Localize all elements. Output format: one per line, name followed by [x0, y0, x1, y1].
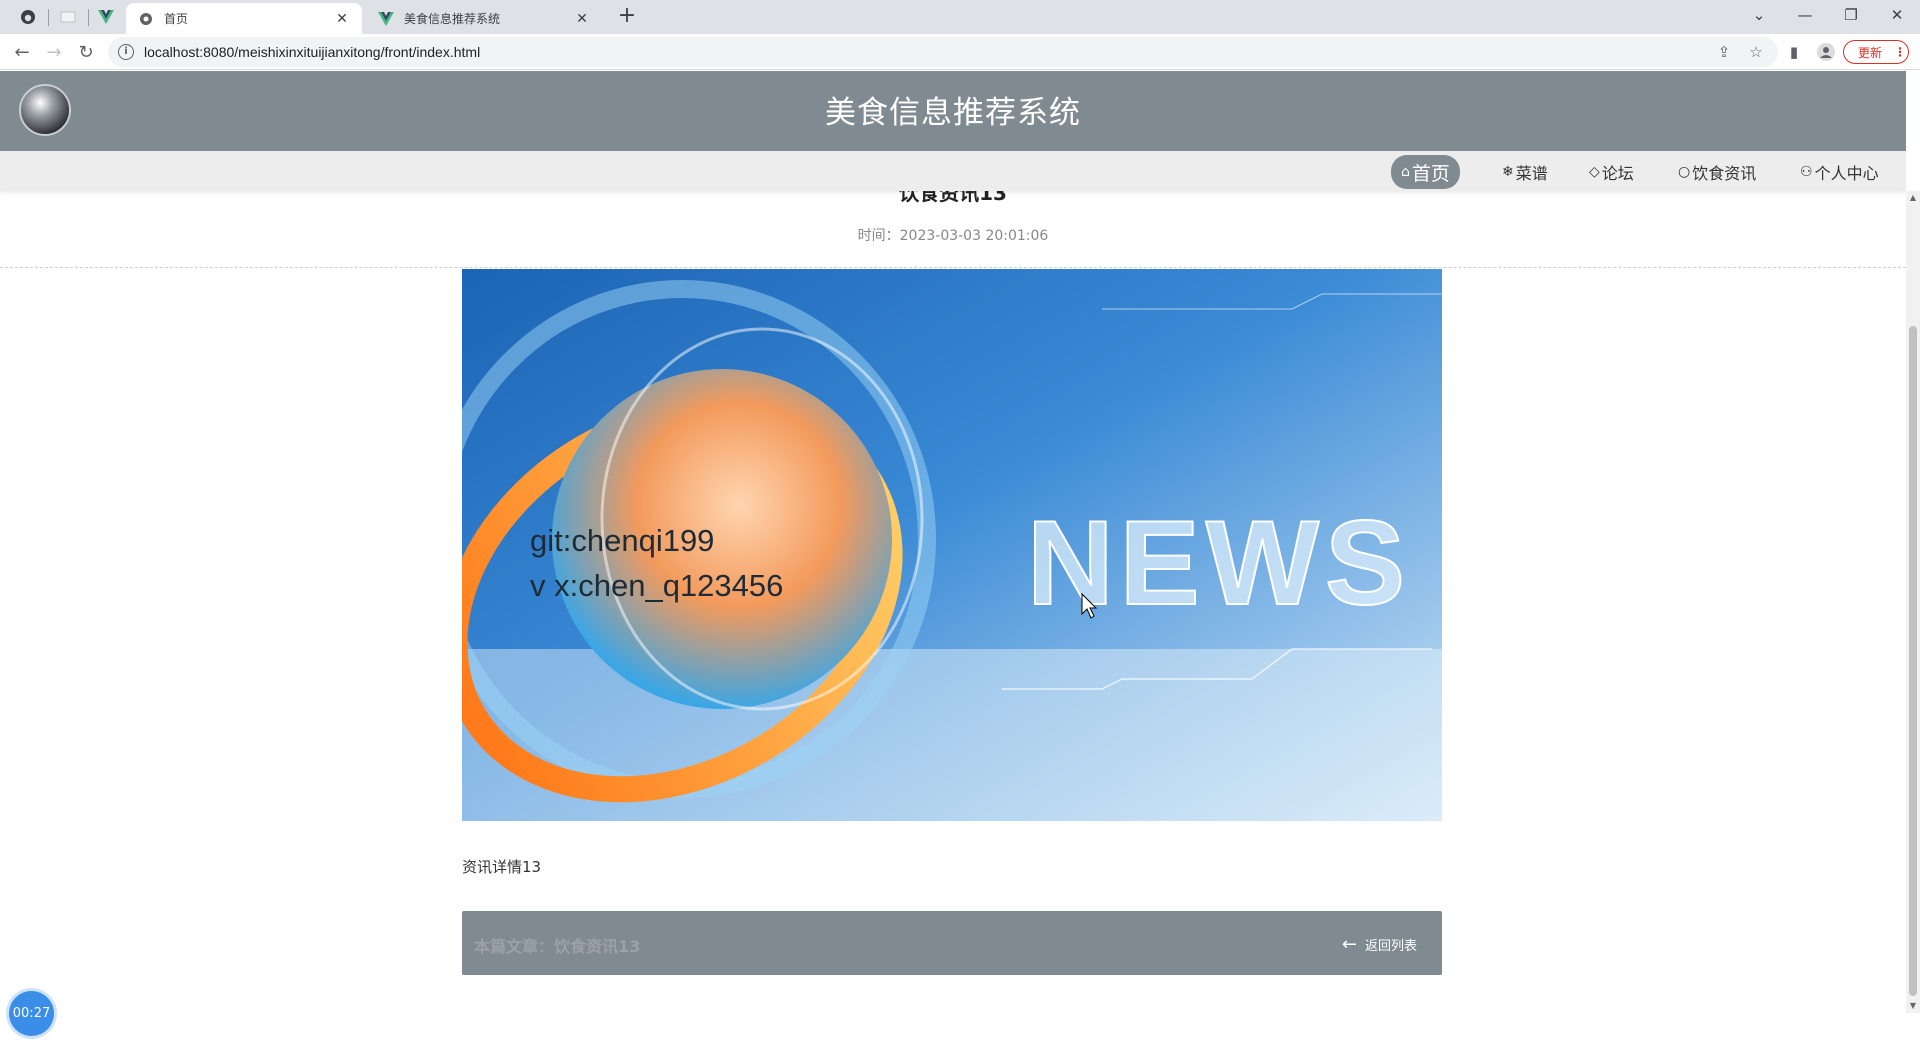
forward-button[interactable]: → [40, 38, 68, 66]
tag-icon: ◇ [1589, 164, 1600, 180]
nav-home[interactable]: ⌂ 首页 [1391, 155, 1460, 189]
bookmark-star-icon[interactable]: ☆ [1744, 40, 1768, 64]
minimize-button[interactable]: — [1782, 0, 1828, 30]
back-button[interactable]: ← [8, 38, 36, 66]
home-icon: ⌂ [1401, 164, 1410, 180]
pinned-tab-github[interactable] [10, 4, 46, 30]
vue-icon [378, 11, 394, 26]
nav-label: 论坛 [1601, 164, 1634, 183]
tab-home[interactable]: 首页 ✕ [126, 3, 362, 34]
article-detail: 资讯详情13 [462, 858, 542, 876]
restore-button[interactable]: ❐ [1828, 0, 1874, 30]
globe-icon [140, 12, 152, 25]
reload-button[interactable]: ↻ [72, 38, 100, 66]
nav-profile[interactable]: ⚇ 个人中心 [1800, 155, 1879, 189]
nav-forum[interactable]: ◇ 论坛 [1589, 155, 1634, 189]
close-window-button[interactable]: ✕ [1874, 0, 1920, 30]
nav-label: 首页 [1411, 162, 1450, 185]
side-panel-icon[interactable]: ▮ [1782, 40, 1806, 64]
nav-food-news[interactable]: ○ 饮食资讯 [1678, 155, 1756, 189]
article-footer: 本篇文章：饮食资讯13 ← 返回列表 [462, 911, 1442, 975]
tab-title: 美食信息推荐系统 [404, 12, 501, 26]
browser-tabstrip: 首页 ✕ 美食信息推荐系统 ✕ + ⌄ — ❐ ✕ [0, 0, 1920, 34]
watermark-git: git:chenqi199 [530, 523, 714, 558]
scrollbar-thumb[interactable] [1909, 326, 1917, 996]
address-bar[interactable]: i localhost:8080/meishixinxituijianxiton… [108, 37, 1778, 67]
close-icon[interactable]: ✕ [574, 11, 590, 27]
site-title: 美食信息推荐系统 [825, 95, 1081, 131]
tab-title: 首页 [164, 12, 189, 26]
vue-icon [98, 10, 114, 24]
menu-dots-icon[interactable]: ⋮ [1894, 45, 1906, 59]
scroll-up-icon[interactable]: ▲ [1908, 193, 1918, 203]
page-viewport: 美食信息推荐系统 ⌂ 首页 ❄ 菜谱 ◇ 论坛 ○ 饮食资讯 ⚇ 个人中心 饮食… [0, 71, 1906, 1040]
page-scrollbar[interactable]: ▲ ▼ [1906, 191, 1920, 1013]
nav-label: 饮食资讯 [1692, 164, 1757, 183]
pinned-tab-vue[interactable] [88, 4, 124, 30]
pinned-tab-folder[interactable] [50, 4, 86, 30]
folder-icon [60, 11, 76, 23]
update-label: 更新 [1858, 45, 1883, 60]
new-tab-button[interactable]: + [614, 5, 640, 29]
update-button[interactable]: 更新 ⋮ [1843, 40, 1909, 64]
article-image: NEWS git:chenqi199 v x:chen_q123456 [462, 269, 1442, 821]
current-article-label: 本篇文章：饮食资讯13 [474, 937, 641, 956]
tab-search-icon[interactable]: ⌄ [1736, 0, 1782, 30]
user-icon: ⚇ [1800, 164, 1813, 180]
divider [0, 267, 1906, 268]
nav-recipes[interactable]: ❄ 菜谱 [1502, 155, 1548, 189]
user-icon [1817, 43, 1835, 61]
scroll-down-icon[interactable]: ▼ [1908, 1001, 1918, 1011]
snowflake-icon: ❄ [1502, 164, 1514, 180]
back-label: 返回列表 [1364, 939, 1417, 954]
article-time: 时间：2023-03-03 20:01:06 [857, 228, 1049, 244]
browser-toolbar: ← → ↻ i localhost:8080/meishixinxituijia… [0, 34, 1920, 70]
share-icon[interactable]: ⇪ [1712, 40, 1736, 64]
nav-label: 个人中心 [1814, 164, 1879, 183]
circle-icon: ○ [1678, 164, 1691, 180]
arrow-left-icon: ← [1341, 934, 1357, 955]
profile-avatar[interactable] [1814, 40, 1838, 64]
site-info-icon[interactable]: i [118, 44, 134, 60]
close-icon[interactable]: ✕ [334, 11, 350, 27]
site-header: 美食信息推荐系统 [0, 71, 1906, 151]
tab-food-system[interactable]: 美食信息推荐系统 ✕ [366, 3, 602, 34]
recording-timer: 00:27 [9, 991, 54, 1036]
url-text: localhost:8080/meishixinxituijianxitong/… [144, 44, 481, 60]
back-to-list-link[interactable]: ← 返回列表 [1342, 934, 1417, 955]
nav-label: 菜谱 [1515, 164, 1548, 183]
watermark-wechat: v x:chen_q123456 [530, 568, 783, 603]
main-nav: ⌂ 首页 ❄ 菜谱 ◇ 论坛 ○ 饮食资讯 ⚇ 个人中心 [0, 151, 1906, 191]
github-icon [21, 10, 35, 24]
